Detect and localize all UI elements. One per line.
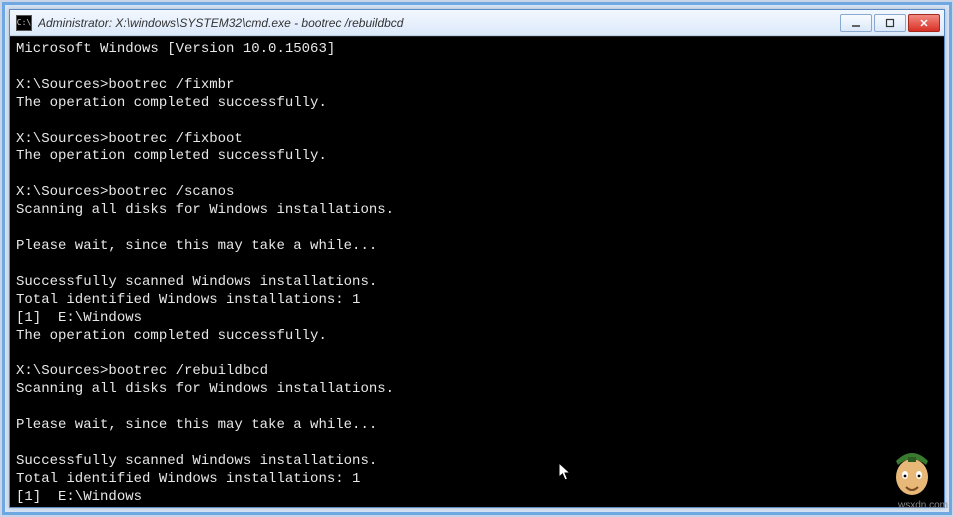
minimize-button[interactable] [840,14,872,32]
console-line: Total identified Windows installations: … [16,471,938,489]
close-icon [919,18,929,28]
cmd-icon: C:\ [16,15,32,31]
cmd-window: C:\ Administrator: X:\windows\SYSTEM32\c… [9,9,945,508]
maximize-button[interactable] [874,14,906,32]
console-line [16,399,938,417]
maximize-icon [885,18,895,28]
watermark: wsxdn.com [898,500,948,511]
console-line: X:\Sources>bootrec /scanos [16,184,938,202]
console-line [16,113,938,131]
console-line: The operation completed successfully. [16,95,938,113]
console-line: [1] E:\Windows [16,310,938,328]
console-line [16,166,938,184]
outer-frame: C:\ Administrator: X:\windows\SYSTEM32\c… [2,2,952,515]
minimize-icon [851,18,861,28]
console-line: The operation completed successfully. [16,328,938,346]
console-line: Successfully scanned Windows installatio… [16,274,938,292]
console-line [16,256,938,274]
console-line: Please wait, since this may take a while… [16,238,938,256]
console-line: Successfully scanned Windows installatio… [16,453,938,471]
console-line: X:\Sources>bootrec /fixmbr [16,77,938,95]
console-line [16,435,938,453]
console-line: Scanning all disks for Windows installat… [16,381,938,399]
console-line: [1] E:\Windows [16,489,938,507]
console-output[interactable]: Microsoft Windows [Version 10.0.15063] X… [10,36,944,507]
close-button[interactable] [908,14,940,32]
console-line: X:\Sources>bootrec /rebuildbcd [16,363,938,381]
console-line [16,220,938,238]
console-line: Scanning all disks for Windows installat… [16,202,938,220]
console-line: Microsoft Windows [Version 10.0.15063] [16,41,938,59]
window-controls [840,14,940,32]
console-line [16,345,938,363]
console-line: X:\Sources>bootrec /fixboot [16,131,938,149]
console-line: The operation completed successfully. [16,148,938,166]
console-line [16,59,938,77]
console-line: Please wait, since this may take a while… [16,417,938,435]
window-title: Administrator: X:\windows\SYSTEM32\cmd.e… [38,16,840,30]
titlebar[interactable]: C:\ Administrator: X:\windows\SYSTEM32\c… [10,10,944,36]
console-line: Total identified Windows installations: … [16,292,938,310]
